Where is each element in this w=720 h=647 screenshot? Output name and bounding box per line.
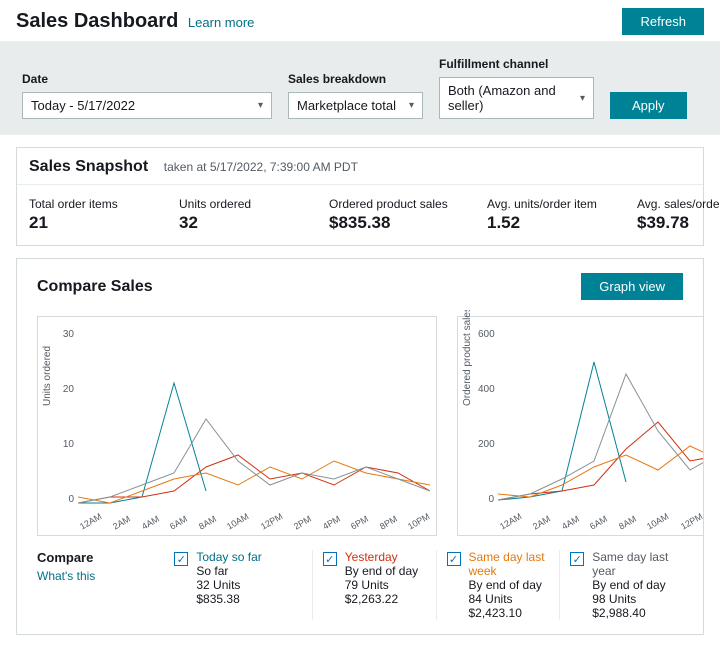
channel-label: Fulfillment channel [439, 57, 594, 71]
breakdown-label: Sales breakdown [288, 72, 423, 86]
chart: Units ordered302010012AM2AM4AM6AM8AM10AM… [37, 316, 437, 536]
series-sales: $2,263.22 [345, 592, 418, 606]
chevron-down-icon: ▾ [580, 93, 585, 104]
series-sales: $2,988.40 [592, 606, 673, 620]
date-label: Date [22, 72, 272, 86]
metric-value: 1.52 [487, 213, 613, 233]
refresh-button[interactable]: Refresh [622, 8, 704, 35]
date-select[interactable]: Today - 5/17/2022 ▾ [22, 92, 272, 119]
compare-title: Compare Sales [37, 278, 153, 296]
checkbox-icon[interactable]: ✓ [570, 552, 584, 566]
series-name: Yesterday [345, 550, 418, 564]
series-units: 79 Units [345, 578, 418, 592]
metric-label: Avg. sales/order item [637, 197, 720, 211]
snapshot-title: Sales Snapshot [29, 158, 148, 175]
chevron-down-icon: ▾ [409, 100, 414, 111]
breakdown-select[interactable]: Marketplace total ▾ [288, 92, 423, 119]
series-sub: So far [196, 564, 261, 578]
chevron-down-icon: ▾ [258, 100, 263, 111]
series-name: Same day last week [469, 550, 550, 578]
metric-value: 21 [29, 213, 155, 233]
compare-footer-title: Compare [37, 550, 164, 565]
graph-view-button[interactable]: Graph view [581, 273, 683, 300]
metric-value: $39.78 [637, 213, 720, 233]
metric-label: Avg. units/order item [487, 197, 613, 211]
snapshot-timestamp: taken at 5/17/2022, 7:39:00 AM PDT [164, 160, 358, 174]
chart: Ordered product sales600400200012AM2AM4A… [457, 316, 703, 536]
checkbox-icon[interactable]: ✓ [447, 552, 461, 566]
metric-label: Total order items [29, 197, 155, 211]
series-sub: By end of day [469, 578, 550, 592]
series-units: 32 Units [196, 578, 261, 592]
metric-value: $835.38 [329, 213, 463, 233]
series-sales: $2,423.10 [469, 606, 550, 620]
learn-more-link[interactable]: Learn more [188, 15, 254, 30]
metric-value: 32 [179, 213, 305, 233]
channel-value: Both (Amazon and seller) [448, 83, 580, 113]
apply-button[interactable]: Apply [610, 92, 687, 119]
series-sales: $835.38 [196, 592, 261, 606]
series-units: 98 Units [592, 592, 673, 606]
date-value: Today - 5/17/2022 [31, 98, 135, 113]
checkbox-icon[interactable]: ✓ [174, 552, 188, 566]
metric-label: Units ordered [179, 197, 305, 211]
channel-select[interactable]: Both (Amazon and seller) ▾ [439, 77, 594, 119]
breakdown-value: Marketplace total [297, 98, 396, 113]
series-sub: By end of day [345, 564, 418, 578]
series-name: Today so far [196, 550, 261, 564]
metric-label: Ordered product sales [329, 197, 463, 211]
metrics-row: Total order items 21 Units ordered 32 Ordere… [17, 185, 703, 245]
series-name: Same day last year [592, 550, 673, 578]
whats-this-link[interactable]: What's this [37, 569, 164, 583]
series-sub: By end of day [592, 578, 673, 592]
checkbox-icon[interactable]: ✓ [323, 552, 337, 566]
series-units: 84 Units [469, 592, 550, 606]
page-title: Sales Dashboard [16, 10, 178, 32]
